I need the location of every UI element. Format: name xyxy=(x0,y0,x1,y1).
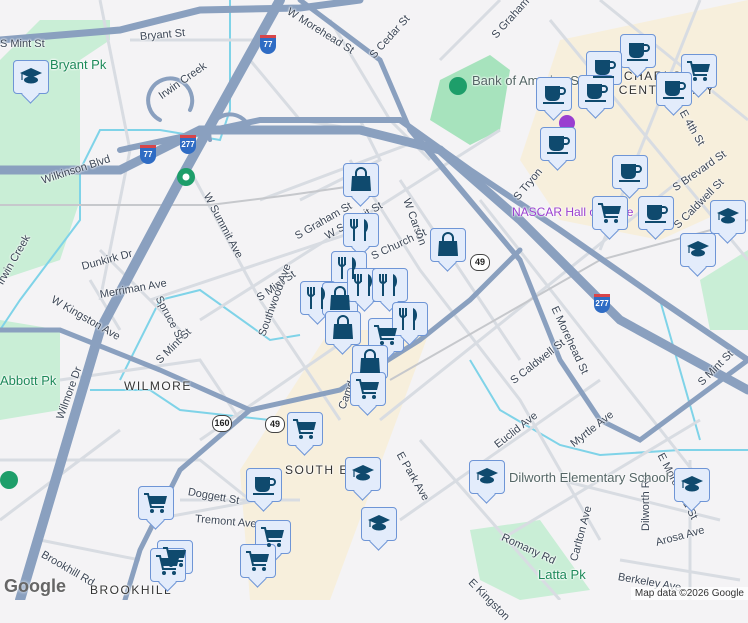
school-marker[interactable] xyxy=(680,233,716,267)
park-label: Bryant Pk xyxy=(50,57,107,72)
school-green-icon xyxy=(0,471,18,489)
school-icon xyxy=(352,465,374,481)
cart-icon xyxy=(374,325,397,345)
cart-icon xyxy=(356,379,379,399)
food-marker[interactable] xyxy=(343,213,379,247)
school-marker[interactable] xyxy=(710,200,746,234)
coffee-icon xyxy=(585,84,608,102)
coffee-marker[interactable] xyxy=(578,75,614,109)
coffee-icon xyxy=(253,477,276,495)
interstate-shield: 77 xyxy=(260,35,276,54)
food-icon xyxy=(350,219,369,241)
state-route-shield: 49 xyxy=(470,254,490,271)
park-label: Latta Pk xyxy=(538,567,586,582)
cart-marker[interactable] xyxy=(287,412,323,446)
school-icon xyxy=(476,468,498,484)
cart-icon xyxy=(293,419,316,439)
bag-marker[interactable] xyxy=(343,163,379,197)
cart-icon xyxy=(598,203,621,223)
bag-icon xyxy=(360,349,380,373)
cart-marker[interactable] xyxy=(240,544,276,578)
school-marker[interactable] xyxy=(345,457,381,491)
coffee-marker[interactable] xyxy=(540,127,576,161)
stadium-icon xyxy=(449,77,467,95)
poi-label: Dilworth Elementary School xyxy=(509,470,669,485)
school-icon xyxy=(687,241,709,257)
bag-icon xyxy=(351,167,371,191)
coffee-icon xyxy=(619,164,642,182)
school-icon xyxy=(368,515,390,531)
bag-marker[interactable] xyxy=(430,228,466,262)
bag-marker[interactable] xyxy=(352,345,388,379)
cart-marker[interactable] xyxy=(150,548,186,582)
bag-icon xyxy=(438,232,458,256)
coffee-icon xyxy=(593,60,616,78)
state-route-shield: 49 xyxy=(265,416,285,433)
street-label: S Mint St xyxy=(0,38,45,50)
coffee-marker[interactable] xyxy=(612,155,648,189)
coffee-icon xyxy=(663,81,686,99)
cart-icon xyxy=(687,61,710,81)
food-marker[interactable] xyxy=(392,302,428,336)
cart-icon xyxy=(261,527,284,547)
park-label: Abbott Pk xyxy=(0,373,57,388)
coffee-marker[interactable] xyxy=(246,468,282,502)
school-icon xyxy=(717,208,739,224)
coffee-icon xyxy=(543,86,566,104)
bag-marker[interactable] xyxy=(325,311,361,345)
food-icon xyxy=(379,274,398,296)
map-attribution[interactable]: Map data ©2026 Google xyxy=(630,587,748,600)
school-marker[interactable] xyxy=(361,507,397,541)
food-marker[interactable] xyxy=(372,268,408,302)
bag-icon xyxy=(330,286,350,310)
cart-icon xyxy=(156,555,179,575)
cart-marker[interactable] xyxy=(350,372,386,406)
interstate-shield: 77 xyxy=(140,145,156,164)
coffee-marker[interactable] xyxy=(620,34,656,68)
cart-icon xyxy=(144,493,167,513)
neighborhood-label: BROOKHILL xyxy=(90,583,173,597)
cart-icon xyxy=(246,551,269,571)
cart-marker[interactable] xyxy=(138,486,174,520)
state-route-shield: 160 xyxy=(212,415,232,432)
abbott-park xyxy=(0,320,60,420)
interstate-shield: 277 xyxy=(594,294,610,313)
coffee-marker[interactable] xyxy=(638,196,674,230)
neighborhood-label: WILMORE xyxy=(124,379,192,393)
cart-marker[interactable] xyxy=(592,196,628,230)
school-marker[interactable] xyxy=(13,60,49,94)
coffee-marker[interactable] xyxy=(536,77,572,111)
school-marker[interactable] xyxy=(674,468,710,502)
google-logo: Google xyxy=(4,576,66,596)
coffee-icon xyxy=(627,43,650,61)
bag-icon xyxy=(333,315,353,339)
school-icon xyxy=(20,68,42,84)
coffee-icon xyxy=(547,136,570,154)
food-icon xyxy=(399,308,418,330)
coffee-marker[interactable] xyxy=(656,72,692,106)
interstate-shield: 277 xyxy=(180,135,196,154)
school-marker[interactable] xyxy=(469,460,505,494)
food-icon xyxy=(354,274,373,296)
coffee-icon xyxy=(645,205,668,223)
school-icon xyxy=(681,476,703,492)
